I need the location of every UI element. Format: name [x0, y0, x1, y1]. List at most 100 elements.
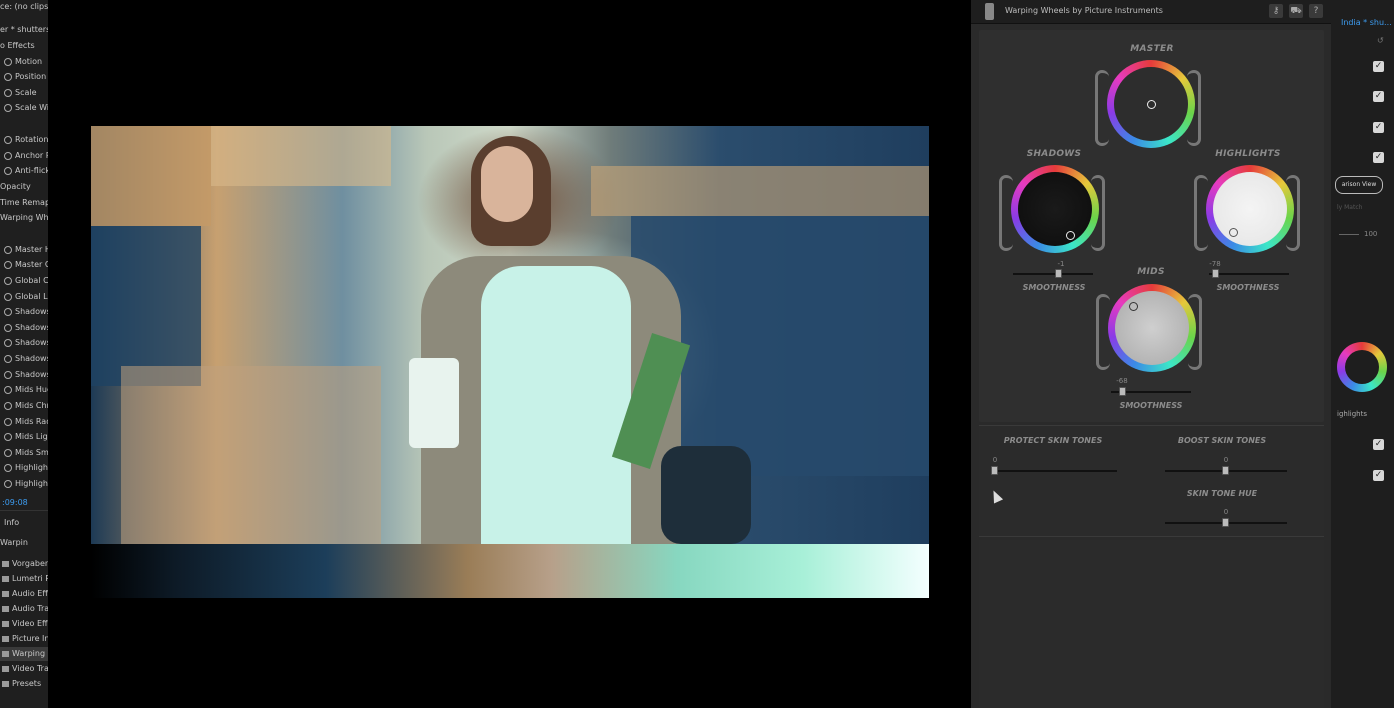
effect-control-row[interactable]: Motion: [0, 55, 42, 69]
stopwatch-icon[interactable]: [4, 432, 12, 441]
effect-control-row[interactable]: Master Hue: [0, 243, 48, 257]
stopwatch-icon[interactable]: [4, 385, 12, 394]
effect-control-row[interactable]: Time Remapping: [0, 196, 48, 210]
shadows-smoothness-thumb[interactable]: [1055, 269, 1062, 278]
effect-control-row[interactable]: Scale: [0, 86, 37, 100]
reset-icon[interactable]: ↺: [1377, 36, 1384, 45]
protect-skin-tones-track[interactable]: [991, 470, 1117, 472]
effects-tree-item[interactable]: Warping Wheels: [0, 647, 48, 661]
stopwatch-icon[interactable]: [4, 245, 12, 254]
stopwatch-icon[interactable]: [4, 135, 12, 144]
highlights-color-wheel[interactable]: [1206, 165, 1294, 253]
effects-search-input[interactable]: Warpin: [0, 536, 28, 550]
effect-control-row[interactable]: Highlights: [0, 477, 48, 491]
effect-control-row[interactable]: Shadows: [0, 368, 48, 382]
protect-skin-tones-label: PROTECT SKIN TONES: [1003, 436, 1103, 445]
effect-control-row[interactable]: Global Luma: [0, 290, 48, 304]
stopwatch-icon[interactable]: [4, 323, 12, 332]
checkbox[interactable]: ✓: [1373, 122, 1384, 133]
effect-control-row[interactable]: Shadows: [0, 305, 48, 319]
folder-icon: [2, 635, 9, 642]
boost-skin-tones-thumb[interactable]: [1222, 466, 1229, 475]
effect-control-row[interactable]: o Effects: [0, 39, 35, 53]
effect-control-row[interactable]: Master Chroma: [0, 258, 48, 272]
checkbox[interactable]: ✓: [1373, 470, 1384, 481]
effect-control-row[interactable]: Warping Wheels: [0, 211, 48, 225]
skin-tone-hue-thumb[interactable]: [1222, 518, 1229, 527]
checkbox[interactable]: ✓: [1373, 91, 1384, 102]
boost-skin-tones-label: BOOST SKIN TONES: [1177, 436, 1267, 445]
effects-tree-item[interactable]: Presets: [0, 677, 41, 691]
effects-tree-item[interactable]: Video Transitions: [0, 662, 48, 676]
effect-control-row[interactable]: Mids Hue: [0, 383, 48, 397]
effect-control-row[interactable]: Shadows: [0, 352, 48, 366]
stopwatch-icon[interactable]: [4, 401, 12, 410]
effect-control-row[interactable]: Scale Width: [0, 101, 48, 115]
effects-tree-item[interactable]: Vorgaben: [0, 557, 48, 571]
stopwatch-icon[interactable]: [4, 463, 12, 472]
sequence-title[interactable]: India * shu...: [1341, 18, 1392, 27]
effects-tree-item[interactable]: Picture Instruments: [0, 632, 48, 646]
stopwatch-icon[interactable]: [4, 292, 12, 301]
effect-control-row[interactable]: Shadows: [0, 336, 48, 350]
stopwatch-icon[interactable]: [4, 166, 12, 175]
effect-control-row[interactable]: Anchor Point: [0, 149, 48, 163]
master-wheel-handle[interactable]: [1147, 100, 1156, 109]
stopwatch-icon[interactable]: [4, 479, 12, 488]
mids-smoothness-thumb[interactable]: [1119, 387, 1126, 396]
effect-control-row[interactable]: Mids Radius: [0, 415, 48, 429]
stopwatch-icon[interactable]: [4, 354, 12, 363]
effect-control-row[interactable]: Mids Chroma: [0, 399, 48, 413]
cart-icon[interactable]: ⛟: [1289, 4, 1303, 18]
effect-icon: [2, 650, 9, 657]
apply-match-button[interactable]: ly Match: [1337, 204, 1362, 211]
stopwatch-icon[interactable]: [4, 151, 12, 160]
effect-control-row[interactable]: Opacity: [0, 180, 31, 194]
effect-control-row[interactable]: Global Chroma: [0, 274, 48, 288]
protect-skin-tones-thumb[interactable]: [991, 466, 998, 475]
effects-tree-item[interactable]: Lumetri Presets: [0, 572, 48, 586]
effect-control-row[interactable]: Shadows: [0, 321, 48, 335]
highlights-smoothness-track[interactable]: [1209, 273, 1289, 275]
mids-wheel-handle[interactable]: [1129, 302, 1138, 311]
shadows-wheel-handle[interactable]: [1066, 231, 1075, 240]
checkbox[interactable]: ✓: [1373, 61, 1384, 72]
master-color-wheel[interactable]: [1107, 60, 1195, 148]
stopwatch-icon[interactable]: [4, 338, 12, 347]
motion-icon[interactable]: [4, 57, 12, 66]
highlights-mini-wheel[interactable]: ighlights: [1337, 342, 1387, 408]
timecode[interactable]: :09:08: [2, 496, 28, 510]
comparison-view-button[interactable]: arison View: [1335, 176, 1383, 194]
effect-control-row[interactable]: Position: [0, 70, 46, 84]
stopwatch-icon[interactable]: [4, 417, 12, 426]
effect-control-row[interactable]: er * shutterstoc: [0, 23, 48, 37]
effect-control-label: o Effects: [0, 41, 35, 50]
mids-color-wheel[interactable]: [1108, 284, 1196, 372]
effect-control-row[interactable]: Highlights: [0, 461, 48, 475]
effect-control-row[interactable]: ce: (no clips): [0, 0, 48, 14]
effects-tree-item[interactable]: Audio Transitions: [0, 602, 48, 616]
key-icon[interactable]: ⚷: [1269, 4, 1283, 18]
stopwatch-icon[interactable]: [4, 103, 12, 112]
effect-control-row[interactable]: Mids Smooth: [0, 446, 48, 460]
effect-control-label: Rotation: [15, 135, 48, 144]
stopwatch-icon[interactable]: [4, 370, 12, 379]
highlights-wheel-handle[interactable]: [1229, 228, 1238, 237]
effect-control-row[interactable]: Anti-flicker: [0, 164, 48, 178]
shadows-color-wheel[interactable]: [1011, 165, 1099, 253]
stopwatch-icon[interactable]: [4, 260, 12, 269]
effects-tree-item[interactable]: Video Effects: [0, 617, 48, 631]
stopwatch-icon[interactable]: [4, 88, 12, 97]
checkbox[interactable]: ✓: [1373, 152, 1384, 163]
tab-info[interactable]: Info: [4, 516, 19, 530]
stopwatch-icon[interactable]: [4, 448, 12, 457]
intensity-slider[interactable]: [1339, 234, 1359, 235]
effects-tree-item[interactable]: Audio Effects: [0, 587, 48, 601]
effect-control-row[interactable]: Mids Light: [0, 430, 48, 444]
stopwatch-icon[interactable]: [4, 307, 12, 316]
stopwatch-icon[interactable]: [4, 276, 12, 285]
stopwatch-icon[interactable]: [4, 72, 12, 81]
checkbox[interactable]: ✓: [1373, 439, 1384, 450]
help-icon[interactable]: ?: [1309, 4, 1323, 18]
effect-control-row[interactable]: Rotation: [0, 133, 48, 147]
